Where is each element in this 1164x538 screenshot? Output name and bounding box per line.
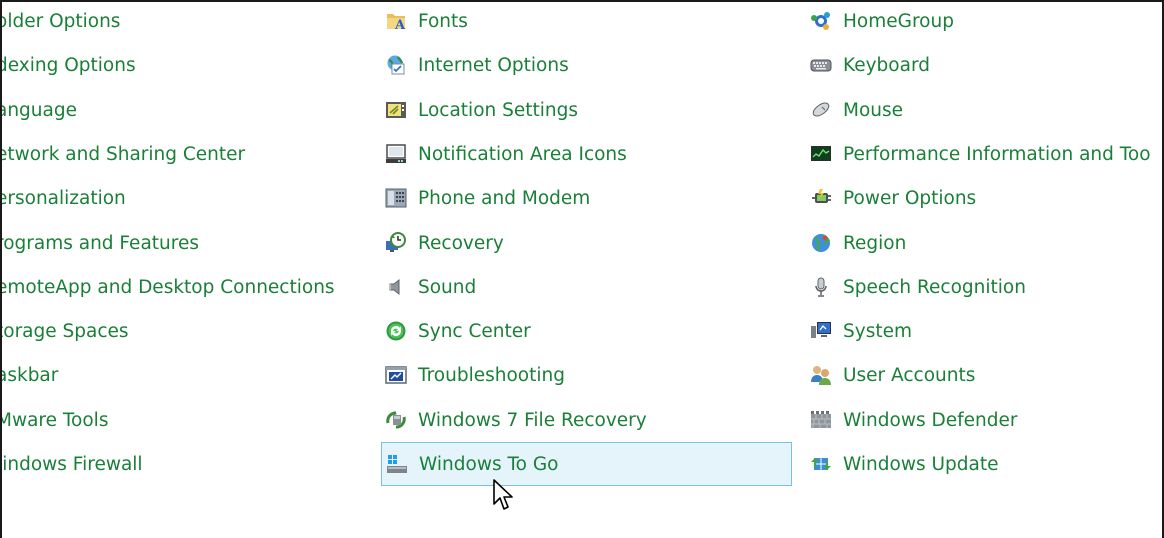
internet-options-icon bbox=[385, 54, 407, 76]
item-label: Windows Update bbox=[843, 453, 999, 475]
item-troubleshooting[interactable]: Troubleshooting bbox=[382, 359, 565, 391]
item-label: askbar bbox=[0, 364, 59, 386]
item-label: Region bbox=[843, 232, 907, 254]
item-label: Mware Tools bbox=[0, 409, 109, 431]
item-label: Performance Information and Too bbox=[843, 143, 1151, 165]
item-performance-information[interactable]: Performance Information and Too bbox=[807, 138, 1151, 170]
item-location-settings[interactable]: Location Settings bbox=[382, 94, 578, 126]
item-speech-recognition[interactable]: Speech Recognition bbox=[807, 271, 1026, 303]
item-keyboard[interactable]: Keyboard bbox=[807, 49, 930, 81]
item-sync-center[interactable]: Sync Center bbox=[382, 315, 531, 347]
system-monitor-icon bbox=[810, 320, 832, 342]
item-network-sharing-center[interactable]: etwork and Sharing Center bbox=[2, 138, 245, 170]
item-label: Speech Recognition bbox=[843, 276, 1026, 298]
item-power-options[interactable]: Power Options bbox=[807, 182, 976, 214]
item-label: Phone and Modem bbox=[418, 187, 591, 209]
control-panel-all-items: older Options dexing Options anguage etw… bbox=[0, 0, 1164, 538]
sync-center-icon bbox=[385, 320, 407, 342]
item-region[interactable]: Region bbox=[807, 227, 906, 259]
user-accounts-icon bbox=[810, 364, 832, 386]
windows-defender-icon bbox=[810, 409, 832, 431]
item-label: anguage bbox=[0, 99, 77, 121]
item-system[interactable]: System bbox=[807, 315, 912, 347]
item-label: Recovery bbox=[418, 232, 504, 254]
svg-text:A: A bbox=[394, 18, 406, 32]
mouse-pointer-icon bbox=[492, 478, 518, 514]
item-notification-area-icons[interactable]: Notification Area Icons bbox=[382, 138, 627, 170]
item-label: Troubleshooting bbox=[418, 364, 565, 386]
region-globe-icon bbox=[810, 232, 832, 254]
item-label: emoteApp and Desktop Connections bbox=[0, 276, 335, 298]
performance-icon bbox=[810, 143, 832, 165]
item-label: Fonts bbox=[418, 10, 468, 32]
item-language[interactable]: anguage bbox=[2, 94, 77, 126]
item-label: User Accounts bbox=[843, 364, 976, 386]
item-mouse[interactable]: Mouse bbox=[807, 94, 903, 126]
item-windows-to-go[interactable]: Windows To Go bbox=[381, 442, 792, 486]
item-label: etwork and Sharing Center bbox=[0, 143, 246, 165]
item-storage-spaces[interactable]: torage Spaces bbox=[2, 315, 129, 347]
item-label: Windows Defender bbox=[843, 409, 1018, 431]
notification-area-icon bbox=[385, 143, 407, 165]
fonts-folder-icon: A bbox=[385, 10, 407, 32]
item-label: dexing Options bbox=[0, 54, 136, 76]
item-label: Location Settings bbox=[418, 99, 579, 121]
item-label: Internet Options bbox=[418, 54, 569, 76]
windows-to-go-icon bbox=[386, 453, 408, 475]
item-user-accounts[interactable]: User Accounts bbox=[807, 359, 975, 391]
item-vmware-tools[interactable]: Mware Tools bbox=[2, 404, 108, 436]
microphone-icon bbox=[810, 276, 832, 298]
phone-modem-icon bbox=[385, 187, 407, 209]
item-label: older Options bbox=[0, 10, 121, 32]
homegroup-icon bbox=[810, 10, 832, 32]
item-label: Mouse bbox=[843, 99, 904, 121]
item-recovery[interactable]: Recovery bbox=[382, 227, 504, 259]
item-label: Windows To Go bbox=[419, 453, 559, 475]
item-label: Windows 7 File Recovery bbox=[418, 409, 647, 431]
item-indexing-options[interactable]: dexing Options bbox=[2, 49, 136, 81]
windows-update-icon bbox=[810, 453, 832, 475]
item-windows-firewall[interactable]: /indows Firewall bbox=[2, 448, 143, 480]
item-label: Power Options bbox=[843, 187, 977, 209]
keyboard-icon bbox=[810, 54, 832, 76]
item-label: Keyboard bbox=[843, 54, 930, 76]
item-folder-options[interactable]: older Options bbox=[2, 5, 120, 37]
item-label: System bbox=[843, 320, 912, 342]
item-phone-and-modem[interactable]: Phone and Modem bbox=[382, 182, 590, 214]
item-fonts[interactable]: A Fonts bbox=[382, 5, 468, 37]
item-label: Sync Center bbox=[418, 320, 531, 342]
mouse-icon bbox=[810, 99, 832, 121]
recovery-icon bbox=[385, 232, 407, 254]
power-options-icon bbox=[810, 187, 832, 209]
item-label: Sound bbox=[418, 276, 477, 298]
item-label: Notification Area Icons bbox=[418, 143, 627, 165]
item-label: torage Spaces bbox=[0, 320, 129, 342]
location-settings-icon bbox=[385, 99, 407, 121]
item-internet-options[interactable]: Internet Options bbox=[382, 49, 569, 81]
item-label: rograms and Features bbox=[0, 232, 199, 254]
item-remoteapp-desktop[interactable]: emoteApp and Desktop Connections bbox=[2, 271, 335, 303]
item-sound[interactable]: Sound bbox=[382, 271, 476, 303]
item-label: HomeGroup bbox=[843, 10, 954, 32]
item-label: ersonalization bbox=[0, 187, 126, 209]
item-label: /indows Firewall bbox=[0, 453, 143, 475]
item-windows-update[interactable]: Windows Update bbox=[807, 448, 998, 480]
item-programs-features[interactable]: rograms and Features bbox=[2, 227, 199, 259]
item-windows-defender[interactable]: Windows Defender bbox=[807, 404, 1017, 436]
speaker-icon bbox=[385, 276, 407, 298]
troubleshooting-icon bbox=[385, 364, 407, 386]
item-homegroup[interactable]: HomeGroup bbox=[807, 5, 954, 37]
item-taskbar[interactable]: askbar bbox=[2, 359, 58, 391]
item-windows7-file-recovery[interactable]: Windows 7 File Recovery bbox=[382, 404, 647, 436]
file-recovery-icon bbox=[385, 409, 407, 431]
item-personalization[interactable]: ersonalization bbox=[2, 182, 126, 214]
